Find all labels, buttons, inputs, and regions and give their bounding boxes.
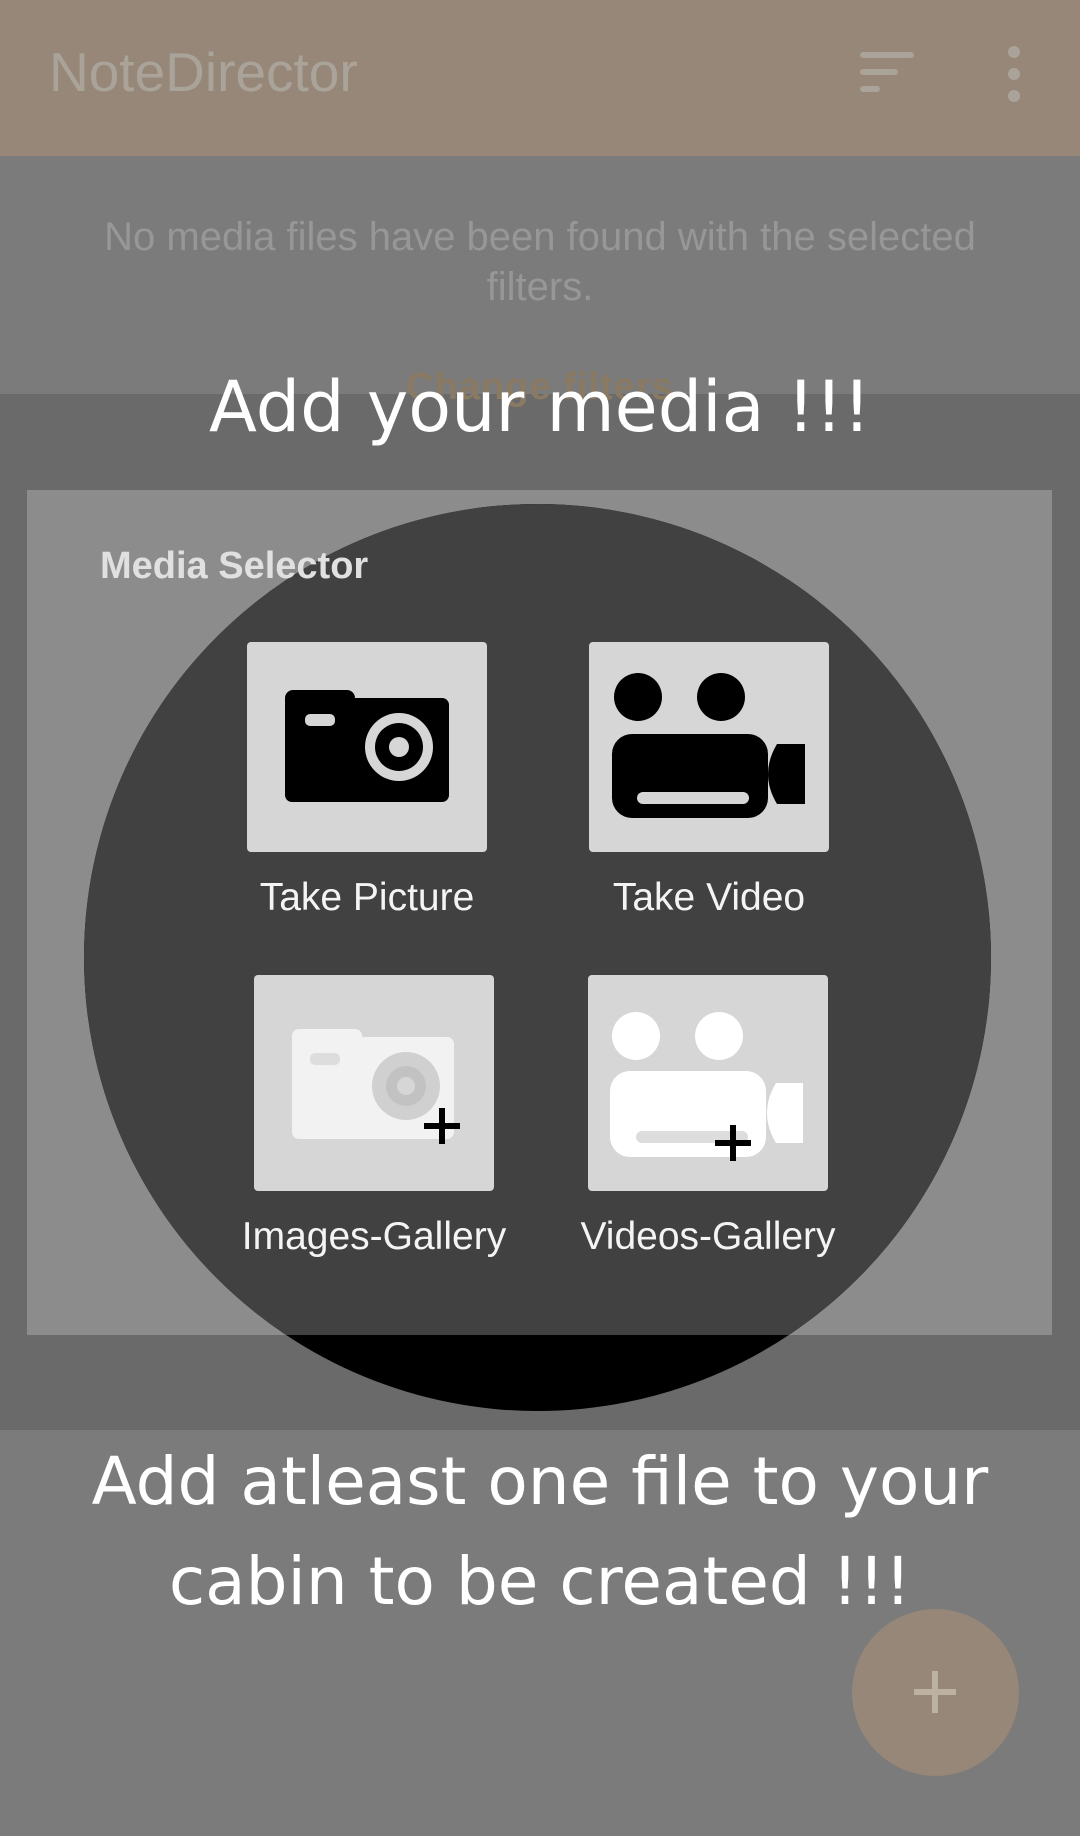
images-gallery-button[interactable] <box>254 975 494 1191</box>
video-camera-icon <box>612 673 805 818</box>
app-title: NoteDirector <box>49 41 358 103</box>
empty-state-message: No media files have been found with the … <box>104 215 976 309</box>
more-vert-icon[interactable] <box>998 44 1030 104</box>
images-gallery-label: Images-Gallery <box>241 1215 507 1258</box>
tour-description: Add atleast one file to your cabin to be… <box>91 1443 989 1620</box>
tour-title: Add your media !!! <box>209 366 871 448</box>
take-video-label: Take Video <box>612 876 806 919</box>
add-fab-button[interactable] <box>852 1609 1019 1776</box>
app-bar: NoteDirector <box>0 0 1080 156</box>
dialog-title: Media Selector <box>100 545 369 587</box>
camera-add-icon <box>292 1029 460 1144</box>
camera-icon <box>285 690 449 802</box>
videos-gallery-label: Videos-Gallery <box>580 1215 836 1258</box>
plus-icon <box>914 1671 956 1713</box>
take-picture-button[interactable] <box>247 642 487 852</box>
tour-spotlight <box>84 504 991 1411</box>
take-picture-label: Take Picture <box>259 876 475 919</box>
sort-icon[interactable] <box>858 50 918 94</box>
take-video-button[interactable] <box>589 642 829 852</box>
videos-gallery-button[interactable] <box>588 975 828 1191</box>
video-camera-add-icon <box>610 1012 803 1161</box>
